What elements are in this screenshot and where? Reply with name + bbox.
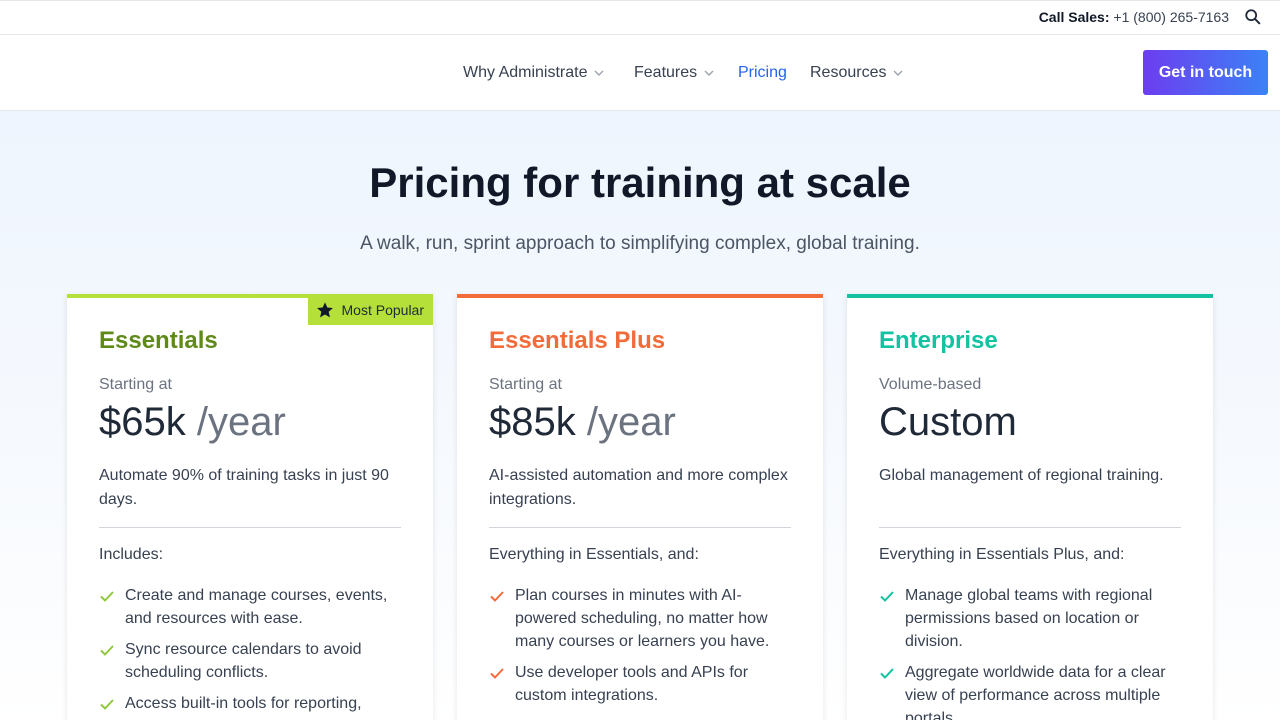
plan-accent-bar — [847, 294, 1213, 298]
check-icon — [490, 668, 504, 679]
feature-text: Access built-in tools for reporting, — [125, 695, 362, 712]
includes-heading: Everything in Essentials Plus, and: — [879, 546, 1125, 563]
page-title: Pricing for training at scale — [369, 159, 911, 206]
price-unit: /year — [196, 400, 286, 444]
nav-item-label: Resources — [810, 64, 887, 81]
feature-item: Plan courses in minutes with AI-powered … — [489, 584, 791, 653]
nav-item-features[interactable]: Features — [634, 64, 715, 82]
nav-item-why-administrate[interactable]: Why Administrate — [463, 64, 605, 82]
plan-accent-bar — [457, 294, 823, 298]
nav-item-resources[interactable]: Resources — [810, 64, 904, 82]
feature-text: Aggregate worldwide data for a clear vie… — [905, 664, 1166, 720]
feature-text: Manage global teams with regional permis… — [905, 587, 1153, 650]
feature-list: Plan courses in minutes with AI-powered … — [489, 584, 791, 715]
chevron-down-icon — [893, 70, 903, 76]
plan-description: AI-assisted automation and more complex … — [489, 467, 788, 508]
feature-text: Use developer tools and APIs for custom … — [515, 664, 749, 704]
feature-item: Access built-in tools for reporting, — [99, 692, 401, 715]
price-amount: $85k — [489, 400, 576, 444]
call-sales[interactable]: Call Sales: +1 (800) 265-7163 — [1039, 9, 1229, 25]
divider — [879, 527, 1181, 528]
plan-name: Essentials — [99, 327, 218, 354]
badge-label: Most Popular — [341, 301, 424, 318]
phone-number[interactable]: +1 (800) 265-7163 — [1113, 9, 1229, 25]
check-icon — [100, 645, 114, 656]
search-icon[interactable] — [1244, 8, 1262, 26]
plan-card-essentials: Most Popular Essentials Starting at $65k… — [67, 294, 433, 720]
nav-item-label: Pricing — [738, 64, 787, 81]
check-icon — [490, 591, 504, 602]
feature-text: Sync resource calendars to avoid schedul… — [125, 641, 362, 681]
plan-price: $85k /year — [489, 400, 676, 445]
feature-item: Create and manage courses, events, and r… — [99, 584, 401, 630]
main-nav: Why Administrate Features Pricing Resour… — [0, 35, 1280, 111]
pre-price-label: Starting at — [489, 376, 562, 393]
plan-price: Custom — [879, 400, 1017, 445]
most-popular-badge: Most Popular — [307, 294, 433, 325]
pricing-section: Pricing for training at scale A walk, ru… — [0, 111, 1280, 720]
nav-item-label: Features — [634, 64, 698, 81]
check-icon — [880, 591, 894, 602]
check-icon — [100, 591, 114, 602]
plan-description: Global management of regional training. — [879, 467, 1164, 484]
nav-item-pricing[interactable]: Pricing — [738, 64, 787, 82]
feature-item: Aggregate worldwide data for a clear vie… — [879, 661, 1181, 720]
pre-price-label: Volume-based — [879, 376, 982, 393]
divider — [99, 527, 401, 528]
feature-text: Create and manage courses, events, and r… — [125, 587, 388, 627]
price-amount: $65k — [99, 400, 186, 444]
pre-price-label: Starting at — [99, 376, 172, 393]
feature-item: Sync resource calendars to avoid schedul… — [99, 638, 401, 684]
price-amount: Custom — [879, 400, 1017, 444]
plan-card-enterprise: Enterprise Volume-based Custom Global ma… — [847, 294, 1213, 720]
plan-card-essentials-plus: Essentials Plus Starting at $85k /year A… — [457, 294, 823, 720]
plan-price: $65k /year — [99, 400, 286, 445]
price-unit: /year — [586, 400, 676, 444]
star-icon — [316, 301, 333, 317]
plan-description: Automate 90% of training tasks in just 9… — [99, 467, 389, 508]
get-in-touch-button[interactable]: Get in touch — [1143, 50, 1268, 95]
includes-heading: Includes: — [99, 546, 164, 563]
page-subtitle: A walk, run, sprint approach to simplify… — [360, 233, 920, 254]
feature-item: Manage global teams with regional permis… — [879, 584, 1181, 653]
feature-list: Create and manage courses, events, and r… — [99, 584, 401, 720]
check-icon — [880, 668, 894, 679]
chevron-down-icon — [594, 70, 604, 76]
plan-name: Enterprise — [879, 327, 998, 354]
call-sales-label: Call Sales: — [1038, 9, 1110, 25]
plan-name: Essentials Plus — [489, 327, 666, 354]
feature-text: Plan courses in minutes with AI-powered … — [515, 587, 770, 650]
divider — [489, 527, 791, 528]
check-icon — [100, 699, 114, 710]
feature-list: Manage global teams with regional permis… — [879, 584, 1181, 720]
feature-item: Use developer tools and APIs for custom … — [489, 661, 791, 707]
includes-heading: Everything in Essentials, and: — [489, 546, 699, 563]
chevron-down-icon — [704, 70, 714, 76]
nav-item-label: Why Administrate — [463, 64, 588, 81]
utility-bar: Call Sales: +1 (800) 265-7163 — [0, 0, 1280, 35]
